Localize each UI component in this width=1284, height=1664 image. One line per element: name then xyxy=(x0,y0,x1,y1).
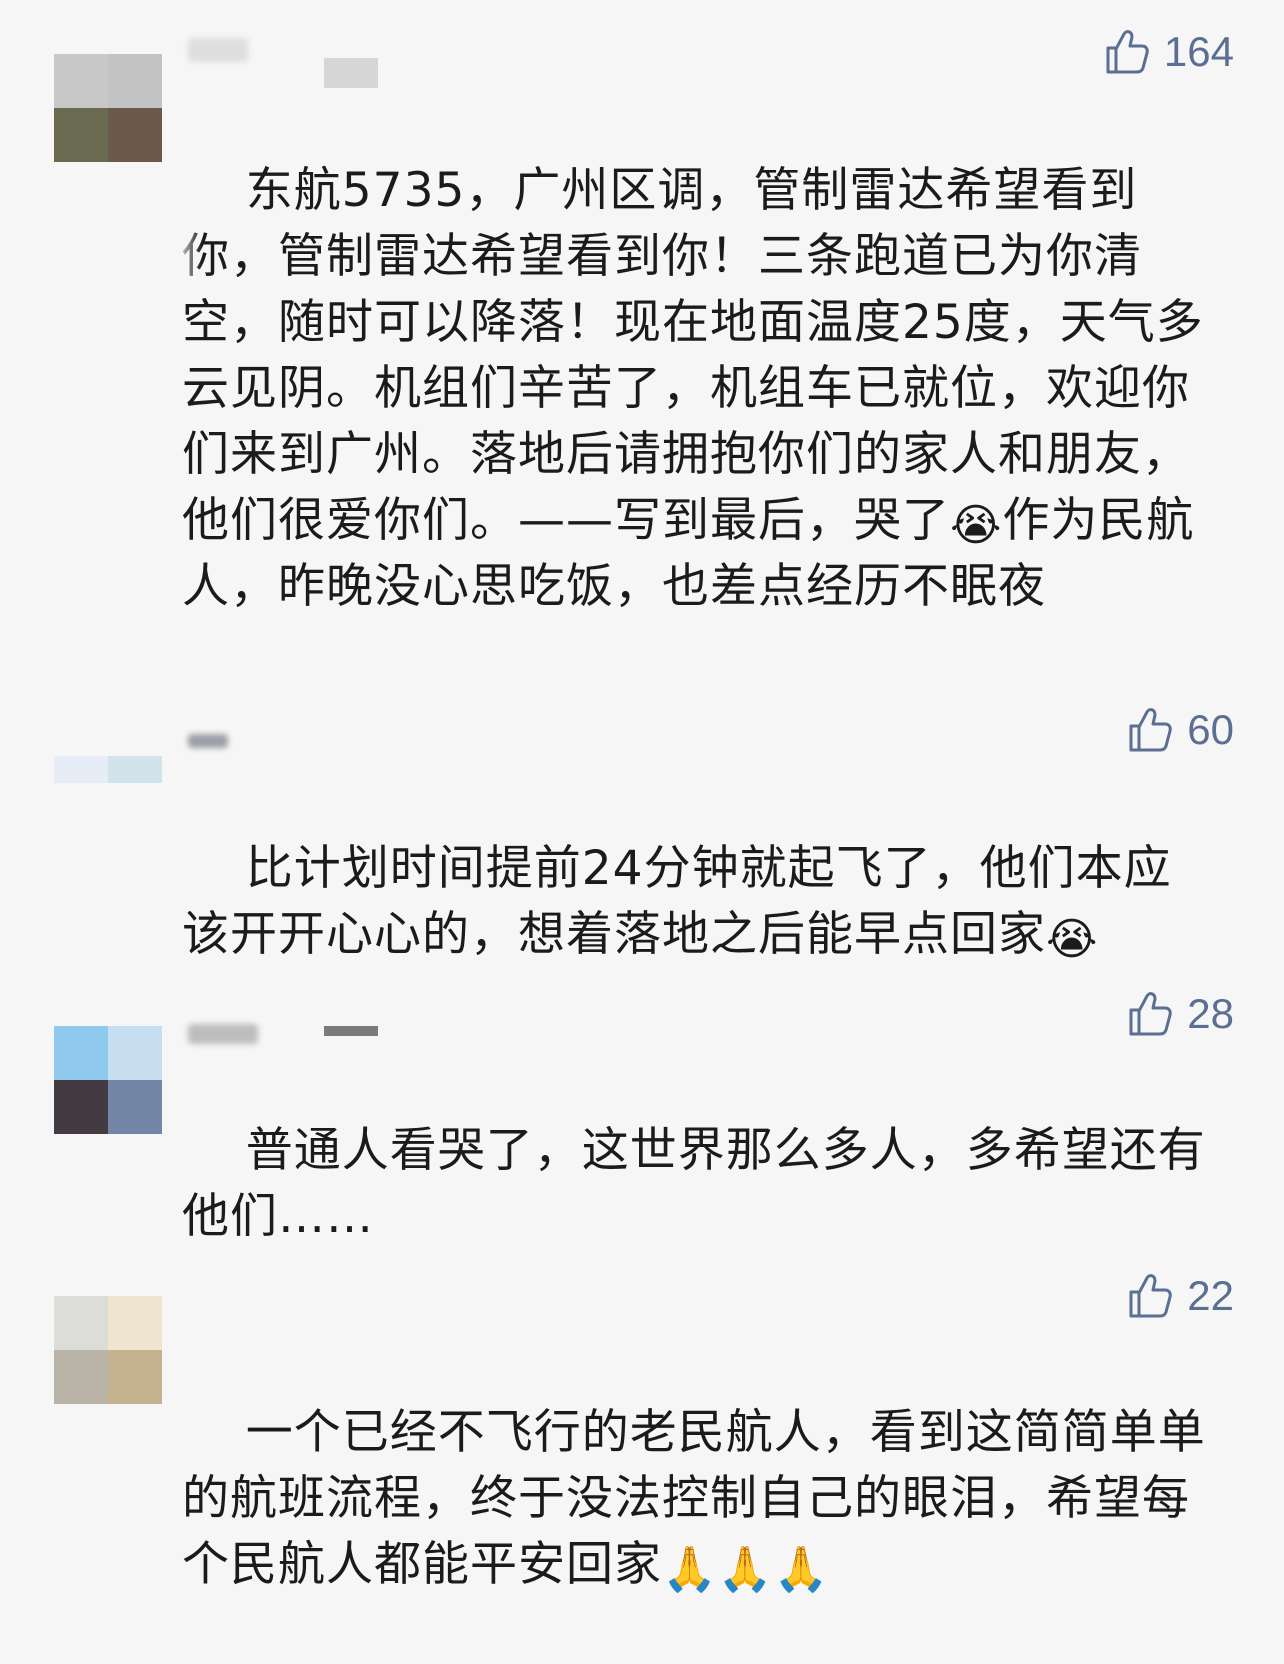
like-count: 60 xyxy=(1187,706,1234,753)
comment-text-body: 比计划时间提前24分钟就起飞了，他们本应该开开心心的，想着落地之后能早点回家 xyxy=(182,841,1172,962)
like-button[interactable]: 28 xyxy=(1127,990,1234,1038)
avatar-pixel xyxy=(54,54,108,108)
comment-text: 东航5735，广州区调，管制雷达希望看到你，管制雷达希望看到你！三条跑道已为你清… xyxy=(182,92,1212,686)
like-button[interactable]: 22 xyxy=(1127,1272,1234,1320)
thumbs-up-icon xyxy=(1129,708,1173,752)
avatar-pixel xyxy=(54,756,108,783)
like-count: 22 xyxy=(1187,1272,1234,1319)
avatar-pixel xyxy=(54,1026,108,1080)
avatar-pixel xyxy=(54,108,108,162)
avatar-pixel xyxy=(108,1350,162,1404)
avatar-pixel xyxy=(54,1296,108,1350)
loudly-crying-face-icon: 😭 xyxy=(950,500,1003,551)
comment-text-body: 普通人看哭了，这世界那么多人，多希望还有他们…… xyxy=(182,1123,1206,1244)
username-blurred[interactable] xyxy=(188,734,228,748)
thumbs-up-icon xyxy=(1129,1274,1173,1318)
comment-text-body: 东航5735，广州区调，管制雷达希望看到你，管制雷达希望看到你！三条跑道已为你清… xyxy=(182,163,1204,548)
comment-item: 164 东航5735，广州区调，管制雷达希望看到你，管制雷达希望看到你！三条跑道… xyxy=(0,0,1284,650)
username-blurred xyxy=(324,1026,378,1036)
avatar-pixel xyxy=(108,1026,162,1080)
avatar-pixel xyxy=(108,108,162,162)
folded-hands-icon: 🙏🙏🙏 xyxy=(662,1544,830,1595)
username-blurred[interactable] xyxy=(188,38,248,62)
comment-item: 28 普通人看哭了，这世界那么多人，多希望还有他们…… xyxy=(0,950,1284,1244)
username-blurred[interactable] xyxy=(188,1024,258,1044)
comment-item: 22 一个已经不飞行的老民航人，看到这简简单单的航班流程，终于没法控制自己的眼泪… xyxy=(0,1240,1284,1592)
like-button[interactable]: 164 xyxy=(1104,28,1234,76)
avatar-pixel xyxy=(54,1080,108,1134)
avatar[interactable] xyxy=(54,1296,162,1404)
avatar-pixel xyxy=(54,1350,108,1404)
comment-item: 60 比计划时间提前24分钟就起飞了，他们本应该开开心心的，想着落地之后能早点回… xyxy=(0,650,1284,962)
like-count: 164 xyxy=(1163,28,1234,75)
avatar[interactable] xyxy=(54,1026,162,1134)
avatar-pixel xyxy=(108,54,162,108)
comment-text: 一个已经不飞行的老民航人，看到这简简单单的航班流程，终于没法控制自己的眼泪，希望… xyxy=(182,1334,1212,1664)
thumbs-up-icon xyxy=(1106,30,1149,74)
username-blurred xyxy=(324,58,378,88)
avatar-pixel xyxy=(108,1080,162,1134)
avatar-pixel xyxy=(108,756,162,783)
thumbs-up-icon xyxy=(1129,992,1173,1036)
like-count: 28 xyxy=(1187,990,1234,1037)
avatar[interactable] xyxy=(54,54,162,162)
like-button[interactable]: 60 xyxy=(1127,706,1234,754)
avatar-pixel xyxy=(108,1296,162,1350)
avatar[interactable] xyxy=(54,756,162,810)
